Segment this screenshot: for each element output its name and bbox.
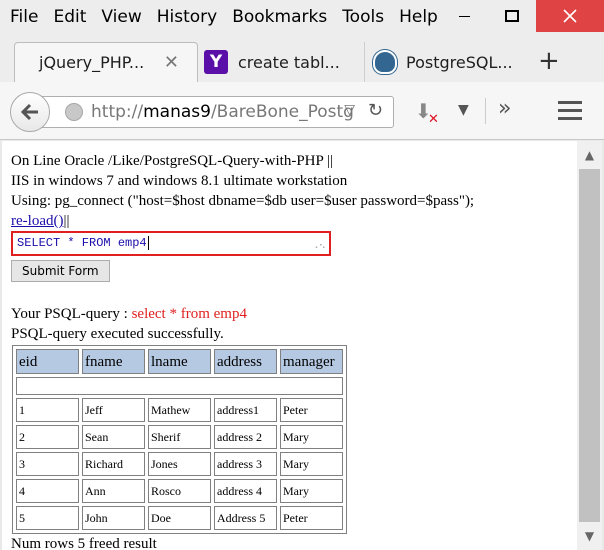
resize-grip-icon[interactable]: ⠠⠢ bbox=[311, 243, 326, 253]
cell-manager: Peter bbox=[280, 398, 343, 422]
cell-lname: Jones bbox=[148, 452, 211, 476]
header-fname: fname bbox=[82, 349, 145, 374]
table-row: 4 Ann Rosco address 4 Mary bbox=[16, 479, 343, 503]
query-text: SELECT * FROM emp4 bbox=[17, 236, 147, 250]
hamburger-menu-icon[interactable] bbox=[558, 101, 582, 125]
intro-line-2: IIS in windows 7 and windows 8.1 ultimat… bbox=[11, 173, 348, 189]
header-eid: eid bbox=[16, 349, 79, 374]
query-textarea[interactable]: SELECT * FROM emp4 ⠠⠢ bbox=[11, 231, 331, 256]
cell-lname: Doe bbox=[148, 506, 211, 530]
url-path: /BareBone_Postg bbox=[210, 102, 354, 122]
download-error-icon: ✕ bbox=[428, 112, 439, 127]
url-host: manas9 bbox=[143, 102, 211, 122]
postgresql-elephant-icon bbox=[373, 50, 397, 74]
reload-line: re-load()|| bbox=[11, 211, 577, 231]
scroll-down-icon[interactable]: ▼ bbox=[577, 524, 602, 548]
url-text[interactable]: http://manas9/BareBone_Postg bbox=[91, 102, 354, 122]
menu-help[interactable]: Help bbox=[389, 0, 438, 34]
menu-bookmarks[interactable]: Bookmarks bbox=[222, 0, 327, 34]
cell-fname: Sean bbox=[82, 425, 145, 449]
menu-view[interactable]: View bbox=[91, 0, 141, 34]
vertical-scrollbar[interactable]: ▲ ▼ bbox=[577, 141, 602, 550]
table-row: 2 Sean Sherif address 2 Mary bbox=[16, 425, 343, 449]
psql-query-line: Your PSQL-query : select * from emp4 bbox=[11, 304, 577, 324]
scrollbar-thumb[interactable] bbox=[579, 169, 600, 522]
psql-label: Your PSQL-query : bbox=[11, 306, 132, 322]
cell-lname: Rosco bbox=[148, 479, 211, 503]
menu-file[interactable]: File bbox=[0, 0, 38, 34]
minimize-icon bbox=[458, 15, 470, 17]
tab-close-icon[interactable]: ✕ bbox=[164, 52, 179, 73]
tab-create-table[interactable]: Y create tabl... bbox=[196, 42, 356, 82]
reload-link[interactable]: re-load() bbox=[11, 213, 63, 229]
reload-icon[interactable]: ↻ bbox=[368, 100, 383, 121]
table-header-row: eid fname lname address manager bbox=[16, 349, 343, 374]
cell-eid: 3 bbox=[16, 452, 79, 476]
menu-history[interactable]: History bbox=[147, 0, 217, 34]
tab-strip: jQuery_PHP... ✕ Y create tabl... Postgre… bbox=[0, 34, 604, 82]
cell-eid: 1 bbox=[16, 398, 79, 422]
cell-manager: Mary bbox=[280, 425, 343, 449]
overflow-chevron-icon[interactable]: » bbox=[498, 96, 511, 121]
maximize-icon bbox=[505, 10, 519, 22]
yahoo-icon: Y bbox=[204, 50, 228, 74]
cell-fname: Jeff bbox=[82, 398, 145, 422]
new-tab-button[interactable]: + bbox=[538, 46, 560, 76]
scroll-up-icon[interactable]: ▲ bbox=[577, 143, 602, 167]
cell-eid: 2 bbox=[16, 425, 79, 449]
tab-jquery-php[interactable]: jQuery_PHP... ✕ bbox=[14, 42, 198, 82]
cell-eid: 5 bbox=[16, 506, 79, 530]
tab-label: create tabl... bbox=[238, 52, 340, 72]
cell-lname: Mathew bbox=[148, 398, 211, 422]
tab-label: jQuery_PHP... bbox=[39, 53, 145, 72]
menu-edit[interactable]: Edit bbox=[43, 0, 86, 34]
nav-bar: http://manas9/BareBone_Postg ▽ ↻ ⬇ ✕ ▼ » bbox=[0, 82, 604, 140]
intro-line-3: Using: pg_connect ("host=$host dbname=$d… bbox=[11, 193, 475, 209]
reload-suffix: || bbox=[63, 213, 70, 229]
cell-eid: 4 bbox=[16, 479, 79, 503]
toolbar-separator bbox=[485, 98, 486, 124]
cell-address: address 3 bbox=[214, 452, 277, 476]
submit-form-button[interactable]: Submit Form bbox=[11, 260, 110, 282]
cell-address: address 4 bbox=[214, 479, 277, 503]
cell-address: address 2 bbox=[214, 425, 277, 449]
footer-message: Num rows 5 freed result bbox=[11, 536, 157, 550]
header-manager: manager bbox=[280, 349, 343, 374]
cell-fname: Richard bbox=[82, 452, 145, 476]
tab-label: PostgreSQL... bbox=[406, 52, 513, 72]
download-dropdown-icon[interactable]: ▼ bbox=[458, 102, 469, 118]
maximize-button[interactable] bbox=[488, 0, 536, 32]
page-content: On Line Oracle /Like/PostgreSQL-Query-wi… bbox=[2, 141, 577, 550]
menu-tools[interactable]: Tools bbox=[332, 0, 384, 34]
cell-manager: Mary bbox=[280, 452, 343, 476]
back-button[interactable] bbox=[10, 92, 50, 132]
cell-fname: John bbox=[82, 506, 145, 530]
close-window-button[interactable] bbox=[536, 0, 604, 32]
cell-address: address1 bbox=[214, 398, 277, 422]
table-row: 5 John Doe Address 5 Peter bbox=[16, 506, 343, 530]
result-table: eid fname lname address manager 1 Jeff M… bbox=[12, 345, 347, 534]
tab-postgresql[interactable]: PostgreSQL... bbox=[364, 42, 524, 82]
header-address: address bbox=[214, 349, 277, 374]
cell-manager: Peter bbox=[280, 506, 343, 530]
table-row: 1 Jeff Mathew address1 Peter bbox=[16, 398, 343, 422]
url-prefix: http:// bbox=[91, 102, 144, 122]
close-icon bbox=[563, 9, 577, 23]
success-message: PSQL-query executed successfully. bbox=[11, 326, 224, 342]
cell-address: Address 5 bbox=[214, 506, 277, 530]
url-bar[interactable]: http://manas9/BareBone_Postg ▽ ↻ bbox=[38, 96, 394, 128]
header-lname: lname bbox=[148, 349, 211, 374]
url-history-dropdown-icon[interactable]: ▽ bbox=[344, 102, 355, 118]
table-row: 3 Richard Jones address 3 Mary bbox=[16, 452, 343, 476]
intro-line-1: On Line Oracle /Like/PostgreSQL-Query-wi… bbox=[11, 153, 334, 169]
psql-query-text: select * from emp4 bbox=[131, 306, 247, 322]
cell-fname: Ann bbox=[82, 479, 145, 503]
menu-bar: File Edit View History Bookmarks Tools H… bbox=[0, 0, 604, 34]
globe-icon bbox=[65, 103, 83, 121]
cell-manager: Mary bbox=[280, 479, 343, 503]
minimize-button[interactable] bbox=[440, 0, 488, 32]
cell-lname: Sherif bbox=[148, 425, 211, 449]
back-arrow-icon bbox=[20, 103, 38, 121]
window-controls bbox=[440, 0, 604, 32]
